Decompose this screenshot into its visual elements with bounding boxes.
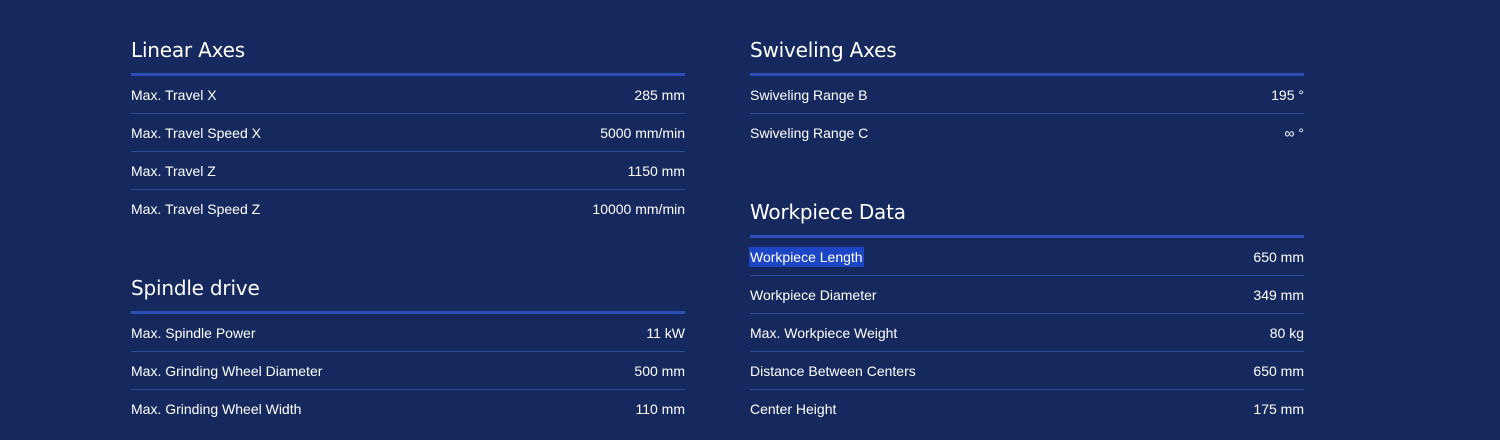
spec-label: Swiveling Range C bbox=[750, 124, 869, 141]
spec-label: Max. Travel Speed X bbox=[131, 124, 261, 141]
spec-row: Max. Spindle Power 11 kW bbox=[131, 314, 685, 352]
spec-value: 285 mm bbox=[634, 86, 685, 103]
spec-value: 650 mm bbox=[1253, 362, 1304, 379]
spec-row: Max. Travel Speed Z 10000 mm/min bbox=[131, 190, 685, 227]
spec-row: Workpiece Diameter 349 mm bbox=[750, 276, 1304, 314]
spec-row: Swiveling Range C ∞ ° bbox=[750, 114, 1304, 151]
spec-value: ∞ ° bbox=[1284, 124, 1304, 141]
spec-label: Swiveling Range B bbox=[750, 86, 868, 103]
section-title: Workpiece Data bbox=[750, 200, 906, 224]
spec-label: Max. Travel Z bbox=[131, 162, 216, 179]
spec-value: 175 mm bbox=[1253, 400, 1304, 417]
spec-label: Max. Spindle Power bbox=[131, 324, 256, 341]
spec-row: Max. Travel Speed X 5000 mm/min bbox=[131, 114, 685, 152]
spec-value: 500 mm bbox=[634, 362, 685, 379]
section-linear-axes: Linear Axes Max. Travel X 285 mm Max. Tr… bbox=[131, 36, 685, 227]
spec-value: 5000 mm/min bbox=[600, 124, 685, 141]
section-swiveling-axes: Swiveling Axes Swiveling Range B 195 ° S… bbox=[750, 36, 1304, 151]
spec-list: Max. Spindle Power 11 kW Max. Grinding W… bbox=[131, 314, 685, 427]
spec-row: Max. Grinding Wheel Diameter 500 mm bbox=[131, 352, 685, 390]
spec-value: 11 kW bbox=[646, 324, 685, 341]
spec-list: Max. Travel X 285 mm Max. Travel Speed X… bbox=[131, 76, 685, 227]
spec-value: 80 kg bbox=[1269, 324, 1304, 341]
spec-list: Workpiece Length 650 mm Workpiece Diamet… bbox=[749, 238, 1304, 427]
spec-row: Swiveling Range B 195 ° bbox=[750, 76, 1304, 114]
spec-value: 10000 mm/min bbox=[592, 200, 685, 217]
spec-label: Max. Travel X bbox=[131, 86, 217, 103]
spec-value: 195 ° bbox=[1271, 86, 1304, 103]
section-spindle-drive: Spindle drive Max. Spindle Power 11 kW M… bbox=[131, 274, 685, 427]
spec-label: Max. Grinding Wheel Width bbox=[131, 400, 302, 417]
spec-row: Max. Travel X 285 mm bbox=[131, 76, 685, 114]
spec-label: Max. Workpiece Weight bbox=[750, 324, 898, 341]
spec-value: 650 mm bbox=[1253, 248, 1304, 265]
section-title: Spindle drive bbox=[131, 276, 260, 300]
spec-label-selected: Workpiece Length bbox=[749, 246, 864, 267]
spec-label: Max. Grinding Wheel Diameter bbox=[131, 362, 323, 379]
spec-label: Center Height bbox=[750, 400, 837, 417]
spec-row: Workpiece Length 650 mm bbox=[749, 238, 1304, 276]
spec-label: Max. Travel Speed Z bbox=[131, 200, 261, 217]
spec-row: Center Height 175 mm bbox=[750, 390, 1304, 427]
spec-value: 349 mm bbox=[1253, 286, 1304, 303]
section-title: Swiveling Axes bbox=[750, 38, 897, 62]
section-workpiece-data: Workpiece Data Workpiece Length 650 mm W… bbox=[749, 198, 1304, 427]
spec-row: Max. Grinding Wheel Width 110 mm bbox=[131, 390, 685, 427]
spec-value: 1150 mm bbox=[627, 162, 685, 179]
spec-row: Max. Travel Z 1150 mm bbox=[131, 152, 685, 190]
spec-label: Workpiece Diameter bbox=[750, 286, 877, 303]
spec-row: Distance Between Centers 650 mm bbox=[750, 352, 1304, 390]
spec-label: Distance Between Centers bbox=[750, 362, 916, 379]
spec-row: Max. Workpiece Weight 80 kg bbox=[750, 314, 1304, 352]
spec-list: Swiveling Range B 195 ° Swiveling Range … bbox=[750, 76, 1304, 151]
spec-value: 110 mm bbox=[635, 400, 685, 417]
section-title: Linear Axes bbox=[131, 38, 245, 62]
